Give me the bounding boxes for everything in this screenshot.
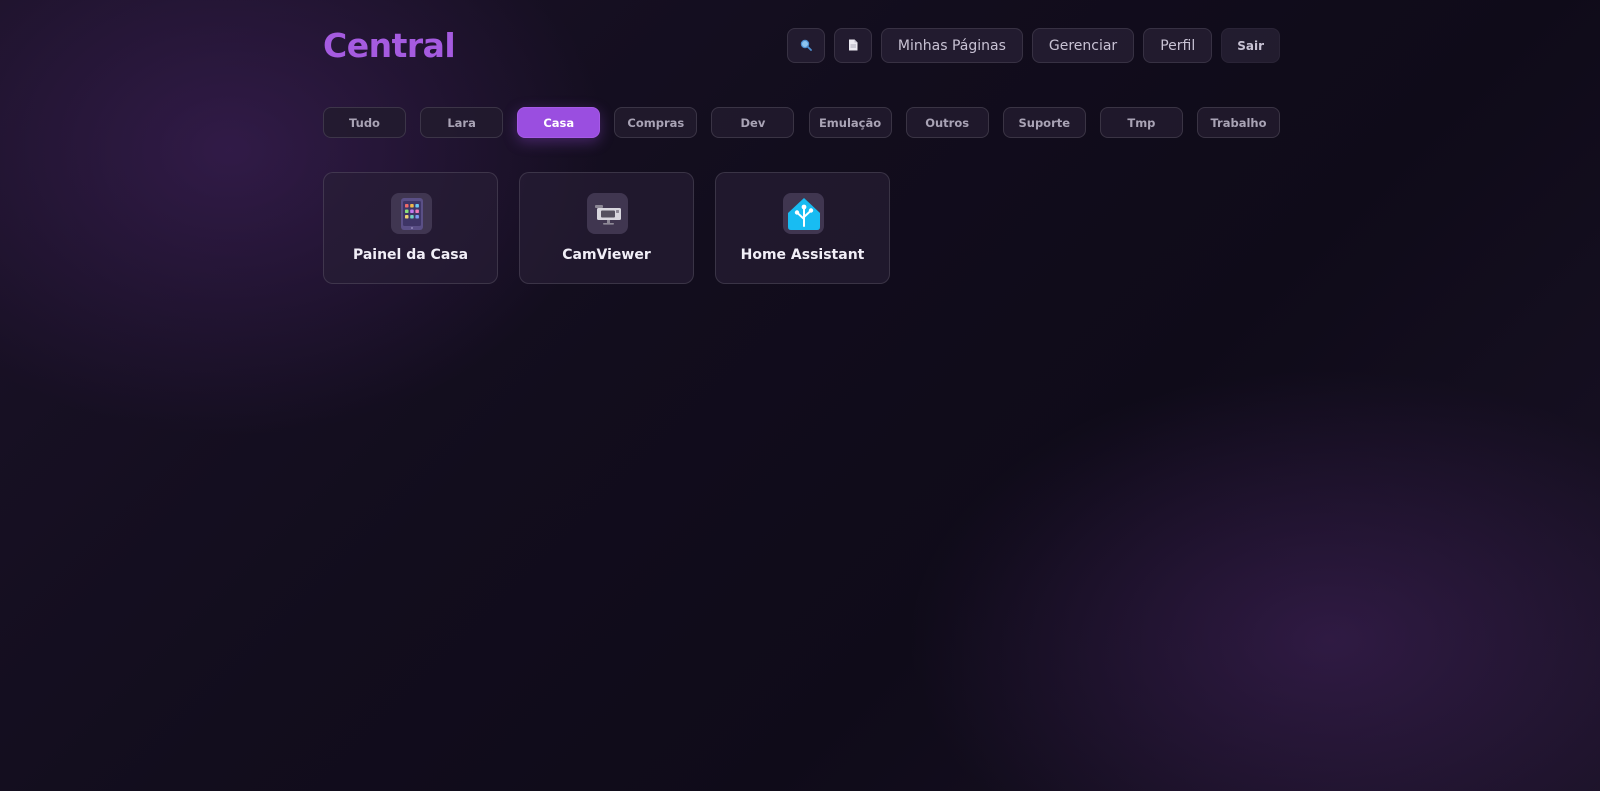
document-icon [848, 39, 858, 53]
tab-casa[interactable]: Casa [517, 107, 601, 138]
app-card-camviewer[interactable]: CamViewer [519, 172, 694, 284]
page-container: Central Minhas Páginas Gerenciar Perfil … [323, 0, 1280, 284]
app-grid: Painel da Casa CamViewer Home Assistant [323, 172, 890, 284]
home-assistant-icon [783, 193, 824, 234]
app-label: Painel da Casa [352, 247, 469, 263]
tab-trabalho[interactable]: Trabalho [1196, 107, 1280, 138]
app-label: CamViewer [562, 247, 651, 263]
logout-button[interactable]: Sair [1221, 28, 1280, 63]
app-label: Home Assistant [740, 247, 865, 263]
search-icon [800, 39, 812, 53]
search-button[interactable] [786, 28, 825, 63]
tab-emulacao[interactable]: Emulação [808, 107, 892, 138]
manage-button[interactable]: Gerenciar [1031, 28, 1135, 63]
tab-tmp[interactable]: Tmp [1099, 107, 1183, 138]
app-card-painel-da-casa[interactable]: Painel da Casa [323, 172, 498, 284]
tablet-icon [391, 193, 432, 234]
documents-button[interactable] [833, 28, 872, 63]
app-card-home-assistant[interactable]: Home Assistant [715, 172, 890, 284]
tab-outros[interactable]: Outros [905, 107, 989, 138]
logo[interactable]: Central [323, 26, 456, 66]
tab-lara[interactable]: Lara [420, 107, 504, 138]
camera-icon [587, 193, 628, 234]
my-pages-button[interactable]: Minhas Páginas [880, 28, 1023, 63]
category-tabs: Tudo Lara Casa Compras Dev Emulação Outr… [323, 107, 1280, 138]
header: Central Minhas Páginas Gerenciar Perfil … [323, 0, 1280, 92]
profile-button[interactable]: Perfil [1143, 28, 1213, 63]
tab-suporte[interactable]: Suporte [1002, 107, 1086, 138]
tab-dev[interactable]: Dev [711, 107, 795, 138]
top-nav: Minhas Páginas Gerenciar Perfil Sair [786, 28, 1280, 63]
tab-tudo[interactable]: Tudo [323, 107, 406, 138]
tab-compras[interactable]: Compras [614, 107, 698, 138]
